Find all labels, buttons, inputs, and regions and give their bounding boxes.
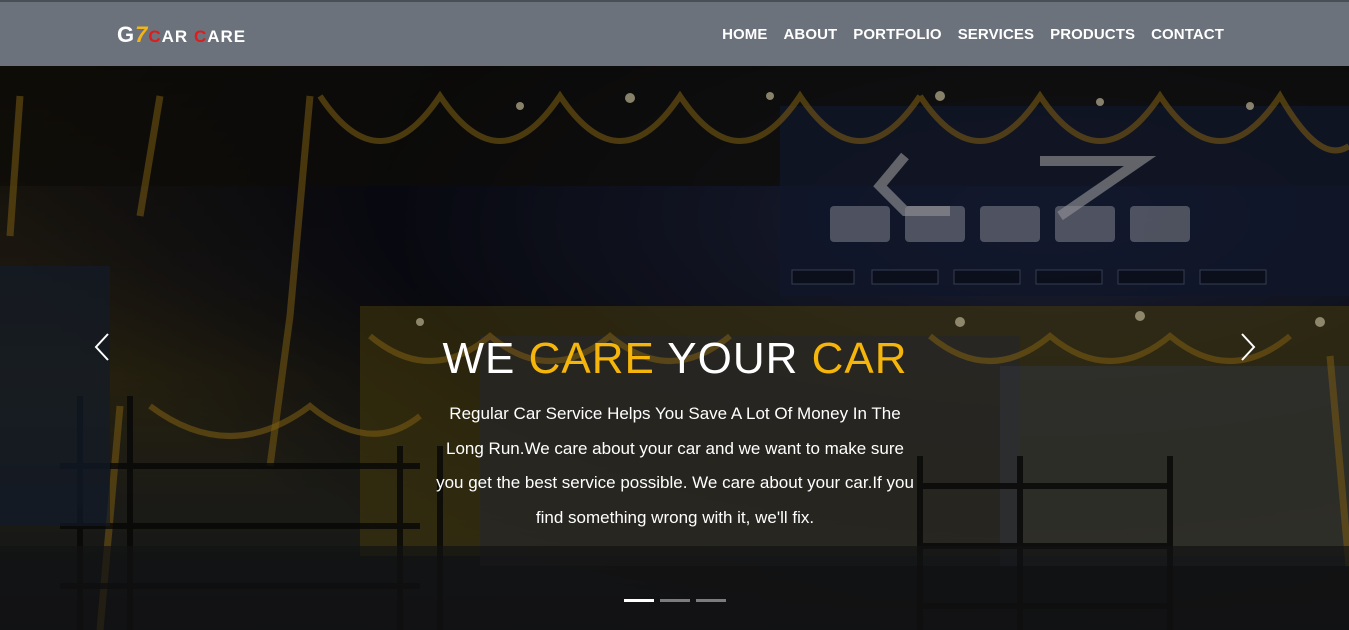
navbar: G7CAR CARE HOME ABOUT PORTFOLIO SERVICES… [0,0,1349,66]
carousel-caption: WE CARE YOUR CAR Regular Car Service Hel… [380,331,970,535]
carousel-indicator-1[interactable] [624,599,654,602]
headline-word-care: CARE [528,334,655,383]
carousel-prev-button[interactable] [90,332,114,362]
hero-carousel: WE CARE YOUR CAR Regular Car Service Hel… [0,66,1349,630]
nav-about-link[interactable]: ABOUT [783,26,837,43]
brand-logo[interactable]: G7CAR CARE [117,22,246,48]
nav-home-link[interactable]: HOME [722,26,767,43]
chevron-left-icon [94,333,109,361]
logo-text-care: ARE [207,27,247,46]
logo-letter-c-red: C [148,27,162,46]
nav-contact-link[interactable]: CONTACT [1151,26,1224,43]
chevron-right-icon [1241,333,1256,361]
nav-products-link[interactable]: PRODUCTS [1050,26,1135,43]
carousel-next-button[interactable] [1236,332,1260,362]
main-nav: HOME ABOUT PORTFOLIO SERVICES PRODUCTS C… [722,26,1224,43]
headline-word-your: YOUR [654,334,812,383]
carousel-indicator-2[interactable] [660,599,690,602]
hero-description: Regular Car Service Helps You Save A Lot… [436,404,914,527]
carousel-indicators [624,599,726,602]
logo-letter-g: G [117,22,136,47]
nav-services-link[interactable]: SERVICES [958,26,1034,43]
logo-digit-7: 7 [135,22,149,47]
nav-portfolio-link[interactable]: PORTFOLIO [853,26,941,43]
headline-word-car: CAR [811,334,908,383]
hero-headline: WE CARE YOUR CAR [380,331,970,387]
carousel-indicator-3[interactable] [696,599,726,602]
logo-letter-c-red-2: C [193,27,208,46]
headline-word-we: WE [442,334,529,383]
logo-text-car: AR [161,27,194,46]
